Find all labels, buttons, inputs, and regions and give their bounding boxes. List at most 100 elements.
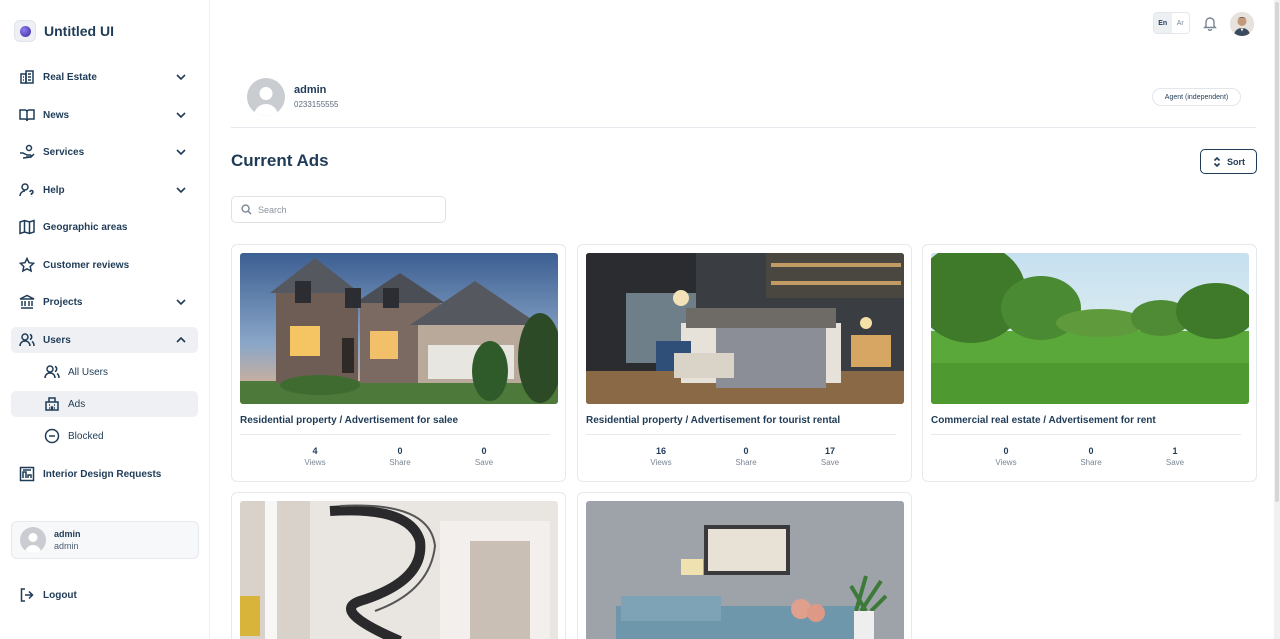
sidebar-item-label: Interior Design Requests bbox=[43, 468, 162, 480]
ad-title[interactable]: Residential property / Advertisement for… bbox=[586, 415, 840, 426]
stat-value: 0 bbox=[1003, 446, 1009, 456]
sidebar-subitem-label: All Users bbox=[68, 366, 109, 378]
star-icon bbox=[19, 257, 35, 273]
stat-label: Views bbox=[995, 458, 1017, 467]
sidebar-item-customer-reviews[interactable]: Customer reviews bbox=[11, 252, 198, 278]
ad-title[interactable]: Commercial real estate / Advertisement f… bbox=[931, 415, 1156, 426]
sort-button[interactable]: Sort bbox=[1200, 149, 1257, 174]
ad-image-living-room[interactable] bbox=[586, 501, 904, 639]
stat-value: 17 bbox=[824, 446, 835, 456]
sidebar-subitem-all-users[interactable]: All Users bbox=[11, 359, 198, 385]
bank-icon bbox=[19, 294, 35, 310]
stat-save: 0 Save bbox=[454, 446, 514, 467]
sidebar: Untitled UI Real Estate News Services He… bbox=[0, 0, 210, 639]
sidebar-item-interior-design-requests[interactable]: Interior Design Requests bbox=[11, 461, 198, 487]
sidebar-user-card[interactable]: admin admin bbox=[11, 521, 199, 559]
user-card-name: admin bbox=[54, 529, 81, 539]
lang-en-option[interactable]: En bbox=[1154, 13, 1172, 33]
logout-label: Logout bbox=[43, 589, 77, 601]
sort-label: Sort bbox=[1227, 156, 1245, 167]
search-icon bbox=[241, 204, 252, 215]
brand-name: Untitled UI bbox=[44, 23, 114, 39]
sidebar-item-projects[interactable]: Projects bbox=[11, 289, 198, 315]
sidebar-item-label: Help bbox=[43, 184, 65, 196]
sidebar-item-label: Geographic areas bbox=[43, 221, 128, 233]
sidebar-item-label: Projects bbox=[43, 296, 83, 308]
user-avatar[interactable] bbox=[1230, 12, 1254, 36]
sort-icon bbox=[1213, 156, 1221, 167]
stat-label: Views bbox=[304, 458, 326, 467]
stat-views: 16 Views bbox=[631, 446, 691, 467]
sidebar-item-label: Real Estate bbox=[43, 71, 97, 83]
search-field[interactable] bbox=[231, 196, 446, 223]
interior-icon bbox=[19, 466, 35, 482]
ad-card[interactable]: Commercial real estate / Advertisement f… bbox=[922, 244, 1257, 482]
sidebar-subitem-blocked[interactable]: Blocked bbox=[11, 423, 198, 449]
user-card-role: admin bbox=[54, 541, 79, 551]
chevron-down-icon[interactable] bbox=[174, 145, 188, 159]
stat-label: Views bbox=[650, 458, 672, 467]
stat-value: 0 bbox=[397, 446, 403, 456]
brand-logo-icon bbox=[14, 20, 36, 42]
logout-icon bbox=[19, 587, 35, 603]
bell-icon[interactable] bbox=[1202, 15, 1218, 32]
brand[interactable]: Untitled UI bbox=[14, 20, 114, 42]
sidebar-item-label: News bbox=[43, 109, 70, 121]
sidebar-item-geographic-areas[interactable]: Geographic areas bbox=[11, 214, 198, 240]
header-divider bbox=[231, 127, 1256, 128]
card-divider bbox=[931, 434, 1241, 435]
ad-image-staircase[interactable] bbox=[240, 501, 558, 639]
ad-card[interactable]: Residential property / Advertisement for… bbox=[577, 244, 912, 482]
ad-title[interactable]: Residential property / Advertisement for… bbox=[240, 415, 458, 426]
stat-save: 17 Save bbox=[800, 446, 860, 467]
chevron-down-icon[interactable] bbox=[174, 183, 188, 197]
chevron-down-icon[interactable] bbox=[174, 108, 188, 122]
lang-ar-option[interactable]: Ar bbox=[1172, 13, 1190, 33]
buildings-icon bbox=[44, 396, 60, 412]
language-toggle[interactable]: En Ar bbox=[1153, 12, 1190, 34]
stat-label: Save bbox=[1165, 458, 1185, 467]
sidebar-item-real-estate[interactable]: Real Estate bbox=[11, 64, 198, 90]
sidebar-item-users[interactable]: Users bbox=[11, 327, 198, 353]
stat-views: 0 Views bbox=[976, 446, 1036, 467]
page-title: Current Ads bbox=[231, 151, 329, 170]
chevron-down-icon[interactable] bbox=[174, 295, 188, 309]
chevron-up-icon[interactable] bbox=[174, 333, 188, 347]
ad-image-bedroom[interactable] bbox=[586, 253, 904, 404]
ad-image-house[interactable] bbox=[240, 253, 558, 404]
chevron-down-icon[interactable] bbox=[174, 70, 188, 84]
users-icon bbox=[44, 364, 60, 380]
stat-views: 4 Views bbox=[285, 446, 345, 467]
page-scrollbar[interactable] bbox=[1274, 0, 1280, 639]
sidebar-item-services[interactable]: Services bbox=[11, 139, 198, 165]
profile-avatar bbox=[247, 78, 285, 116]
stat-value: 0 bbox=[481, 446, 487, 456]
stat-label: Share bbox=[735, 458, 757, 467]
minus-circle-icon bbox=[44, 428, 60, 444]
profile-phone: 0233155555 bbox=[294, 100, 339, 109]
ad-image-field[interactable] bbox=[931, 253, 1249, 404]
stat-share: 0 Share bbox=[1061, 446, 1121, 467]
map-icon bbox=[19, 219, 35, 235]
sidebar-subitem-label: Ads bbox=[68, 398, 86, 410]
stat-label: Save bbox=[474, 458, 494, 467]
search-input[interactable] bbox=[258, 204, 438, 215]
profile-name: admin bbox=[294, 84, 327, 96]
sidebar-item-news[interactable]: News bbox=[11, 102, 198, 128]
logout-button[interactable]: Logout bbox=[11, 582, 198, 608]
stat-label: Save bbox=[820, 458, 840, 467]
ad-card[interactable] bbox=[231, 492, 566, 639]
stat-share: 0 Share bbox=[716, 446, 776, 467]
avatar bbox=[20, 527, 46, 553]
stat-value: 4 bbox=[312, 446, 318, 456]
sidebar-item-label: Customer reviews bbox=[43, 259, 130, 271]
sidebar-subitem-ads[interactable]: Ads bbox=[11, 391, 198, 417]
stat-value: 0 bbox=[1088, 446, 1094, 456]
ad-card[interactable] bbox=[577, 492, 912, 639]
sidebar-item-label: Users bbox=[43, 334, 71, 346]
sidebar-subitem-label: Blocked bbox=[68, 430, 104, 442]
sidebar-item-help[interactable]: Help bbox=[11, 177, 198, 203]
stat-value: 0 bbox=[743, 446, 749, 456]
users-icon bbox=[19, 332, 35, 348]
ad-card[interactable]: Residential property / Advertisement for… bbox=[231, 244, 566, 482]
